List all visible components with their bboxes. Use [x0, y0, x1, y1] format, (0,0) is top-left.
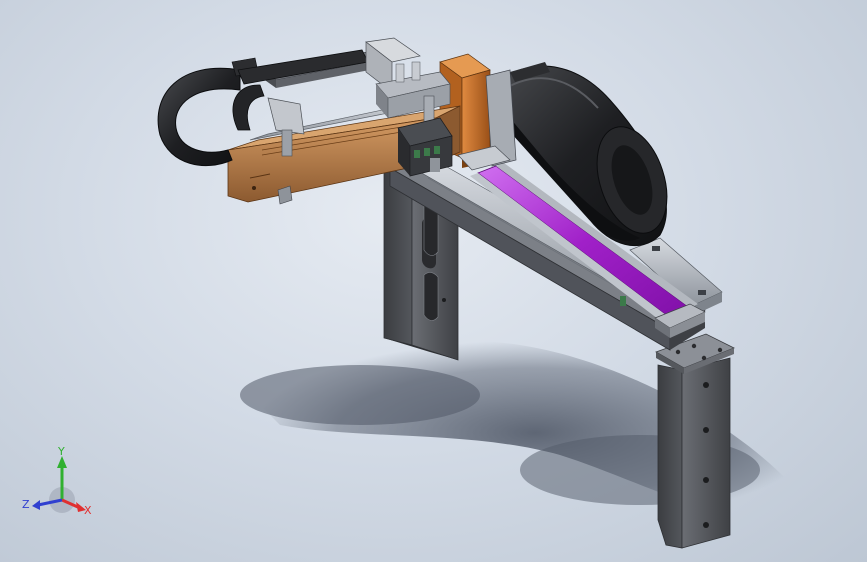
triad-z-label: Z: [22, 498, 30, 511]
coordinate-triad[interactable]: Y X Z: [22, 445, 92, 517]
ground-shadow: [240, 340, 820, 526]
gripper-motor-block[interactable]: [397, 117, 453, 177]
3d-viewport[interactable]: Y X Z: [0, 0, 867, 562]
cad-model-scene[interactable]: Y X Z: [0, 0, 867, 562]
triad-x-label: X: [84, 504, 92, 517]
triad-y-label: Y: [57, 445, 65, 458]
triad-z-arrowhead: [32, 500, 40, 510]
right-support-column[interactable]: [657, 357, 731, 549]
